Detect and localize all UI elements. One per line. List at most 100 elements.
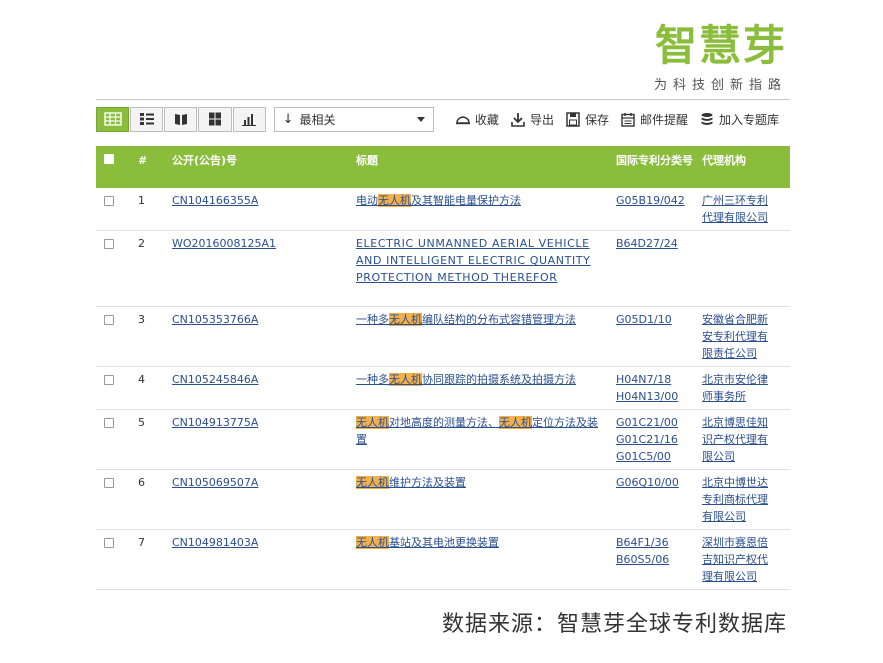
agency-link[interactable]: 识产权代理有 (702, 431, 786, 448)
row-select-cell (96, 409, 134, 470)
agency-link[interactable]: 北京中博世达 (702, 474, 786, 491)
table-row[interactable]: 6 CN105069507A 无人机维护方法及装置 G06Q10/00 北京中博世达 专利… (96, 469, 790, 530)
agency-link[interactable]: 代理有限公司 (702, 209, 786, 226)
ipc-code-link[interactable]: G06Q10/00 (616, 474, 694, 491)
patent-title-link[interactable]: 一种多无人机协同跟踪的拍摄系统及拍摄方法 (356, 373, 576, 386)
publication-number-link[interactable]: CN104981403A (172, 536, 258, 549)
agency-link[interactable]: 北京市安伦律 (702, 371, 786, 388)
agency-link[interactable]: 安专利代理有 (702, 328, 786, 345)
agency-cell: 安徽省合肥新 安专利代理有 限责任公司 (698, 306, 790, 367)
ipc-code-link[interactable]: B64D27/24 (616, 235, 694, 252)
agency-link[interactable]: 安徽省合肥新 (702, 311, 786, 328)
patent-results-table: # 公开(公告)号 标题 国际专利分类号 代理机构 1 CN104166355A 电… (96, 146, 790, 590)
title-text: 及其智能电量保护方法 (411, 194, 521, 207)
table-row[interactable]: 4 CN105245846A 一种多无人机协同跟踪的拍摄系统及拍摄方法 H04N7/1… (96, 366, 790, 410)
brand-logo: 智慧芽 为科技创新指路 (654, 22, 787, 94)
row-number: 2 (134, 230, 168, 307)
keyword-highlight: 无人机 (389, 373, 422, 386)
agency-link[interactable]: 吉知识产权代 (702, 551, 786, 568)
patent-title-link[interactable]: ELECTRIC UNMANNED AERIAL VEHICLE AND INT… (356, 237, 590, 284)
ipc-cell: B64D27/24 (612, 230, 698, 307)
table-header-row: # 公开(公告)号 标题 国际专利分类号 代理机构 (96, 146, 790, 188)
email-alert-button-label: 邮件提醒 (639, 112, 688, 127)
title-cell: 无人机维护方法及装置 (352, 469, 612, 530)
favorite-button[interactable]: 收藏 (455, 111, 499, 128)
table-row[interactable]: 3 CN105353766A 一种多无人机编队结构的分布式容错管理方法 G05D1/1… (96, 306, 790, 367)
table-row[interactable]: 5 CN104913775A 无人机对地高度的测量方法、无人机定位方法及装置 G01C… (96, 409, 790, 470)
agency-link[interactable]: 理有限公司 (702, 568, 786, 585)
table-row[interactable]: 1 CN104166355A 电动无人机及其智能电量保护方法 G05B19/042 广州… (96, 188, 790, 231)
row-checkbox[interactable] (104, 196, 114, 206)
column-header-number[interactable]: # (134, 146, 168, 188)
row-number: 6 (134, 469, 168, 530)
agency-link[interactable]: 有限公司 (702, 508, 786, 525)
add-to-topic-button[interactable]: 加入专题库 (699, 111, 779, 128)
title-cell: 一种多无人机协同跟踪的拍摄系统及拍摄方法 (352, 366, 612, 410)
keyword-highlight: 无人机 (499, 416, 532, 429)
publication-number-link[interactable]: CN104913775A (172, 416, 258, 429)
email-alert-button[interactable]: 邮件提醒 (620, 111, 688, 128)
column-header-agency[interactable]: 代理机构 (698, 146, 790, 188)
row-checkbox[interactable] (104, 418, 114, 428)
ipc-code-link[interactable]: G01C21/16 (616, 431, 694, 448)
toolbar-actions: 收藏 导出 保存 邮件提醒 加入专题库 (455, 111, 790, 128)
row-checkbox[interactable] (104, 538, 114, 548)
agency-link[interactable]: 广州三环专利 (702, 192, 786, 209)
patent-title-link[interactable]: 无人机基站及其电池更换装置 (356, 536, 499, 549)
publication-number-link[interactable]: CN105069507A (172, 476, 258, 489)
book-view-button[interactable] (164, 106, 198, 132)
ipc-code-link[interactable]: H04N7/18 (616, 371, 694, 388)
publication-number-cell: CN105245846A (168, 366, 352, 410)
agency-link[interactable]: 限公司 (702, 448, 786, 465)
save-button[interactable]: 保存 (565, 111, 609, 128)
title-text: 协同跟踪的拍摄系统及拍摄方法 (422, 373, 576, 386)
list-view-button[interactable] (130, 106, 164, 132)
agency-link[interactable]: 师事务所 (702, 388, 786, 405)
ipc-code-link[interactable]: B64F1/36 (616, 534, 694, 551)
patent-title-link[interactable]: 无人机维护方法及装置 (356, 476, 466, 489)
row-select-cell (96, 188, 134, 231)
row-checkbox[interactable] (104, 315, 114, 325)
chart-view-button[interactable] (232, 106, 266, 132)
ipc-code-link[interactable]: G05B19/042 (616, 192, 694, 209)
table-row[interactable]: 7 CN104981403A 无人机基站及其电池更换装置 B64F1/36 B60S5/… (96, 529, 790, 590)
title-text: ELECTRIC UNMANNED AERIAL VEHICLE AND INT… (356, 237, 591, 284)
column-header-publication-number[interactable]: 公开(公告)号 (168, 146, 352, 188)
agency-link[interactable]: 深圳市赛恩倍 (702, 534, 786, 551)
table-view-button[interactable] (96, 106, 130, 132)
sort-select[interactable]: ↓ 最相关 (273, 106, 434, 132)
grid-view-button[interactable] (198, 106, 232, 132)
column-header-title[interactable]: 标题 (352, 146, 612, 188)
ipc-code-link[interactable]: G01C21/00 (616, 414, 694, 431)
patent-title-link[interactable]: 无人机对地高度的测量方法、无人机定位方法及装置 (356, 416, 598, 446)
cloud-icon (455, 115, 470, 124)
title-text: 电动 (356, 194, 378, 207)
publication-number-link[interactable]: CN105353766A (172, 313, 258, 326)
save-button-label: 保存 (584, 112, 609, 127)
favorite-button-label: 收藏 (474, 112, 499, 127)
agency-link[interactable]: 限责任公司 (702, 345, 786, 362)
publication-number-link[interactable]: WO2016008125A1 (172, 237, 276, 250)
ipc-cell: G05D1/10 (612, 306, 698, 367)
row-checkbox[interactable] (104, 239, 114, 249)
patent-title-link[interactable]: 电动无人机及其智能电量保护方法 (356, 194, 521, 207)
agency-link[interactable]: 北京博思佳知 (702, 414, 786, 431)
row-checkbox[interactable] (104, 375, 114, 385)
ipc-code-link[interactable]: H04N13/00 (616, 388, 694, 405)
ipc-code-link[interactable]: G01C5/00 (616, 448, 694, 465)
patent-title-link[interactable]: 一种多无人机编队结构的分布式容错管理方法 (356, 313, 576, 326)
ipc-code-link[interactable]: G05D1/10 (616, 311, 694, 328)
row-number: 7 (134, 529, 168, 590)
column-header-ipc[interactable]: 国际专利分类号 (612, 146, 698, 188)
title-text: 对地高度的测量方法、 (389, 416, 499, 429)
publication-number-link[interactable]: CN104166355A (172, 194, 258, 207)
select-all-checkbox[interactable] (104, 154, 114, 164)
publication-number-cell: CN104166355A (168, 188, 352, 231)
export-button[interactable]: 导出 (510, 111, 554, 128)
publication-number-link[interactable]: CN105245846A (172, 373, 258, 386)
ipc-code-link[interactable]: B60S5/06 (616, 551, 694, 568)
agency-link[interactable]: 专利商标代理 (702, 491, 786, 508)
row-checkbox[interactable] (104, 478, 114, 488)
sort-select-value: 最相关 (299, 112, 336, 127)
table-row[interactable]: 2 WO2016008125A1 ELECTRIC UNMANNED AERIAL … (96, 230, 790, 307)
